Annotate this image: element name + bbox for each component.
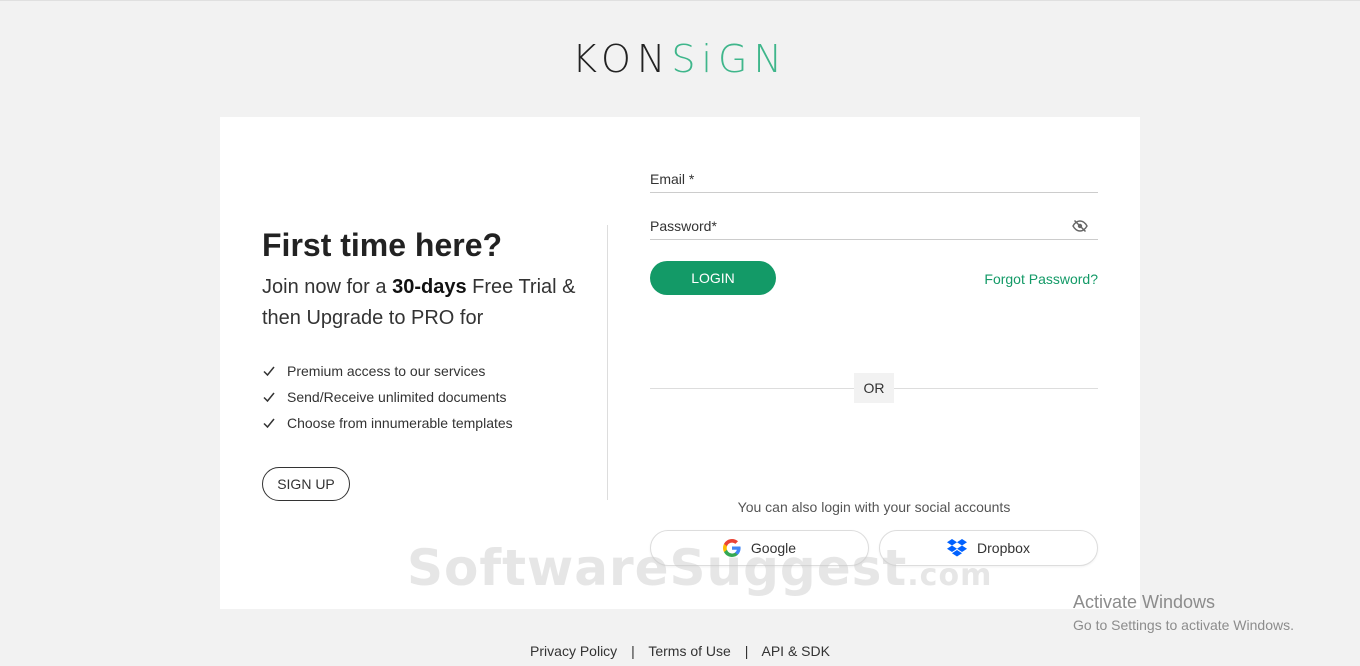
password-input[interactable]: [650, 214, 1098, 239]
activation-subtitle: Go to Settings to activate Windows.: [1073, 617, 1294, 633]
activation-title: Activate Windows: [1073, 592, 1216, 612]
signup-promo: First time here? Join now for a 30-days …: [262, 227, 602, 436]
footer-separator: |: [631, 643, 635, 659]
check-icon: [263, 418, 275, 429]
social-login-text: You can also login with your social acco…: [737, 499, 1011, 515]
footer-separator: |: [744, 643, 749, 659]
terms-of-use-link[interactable]: Terms of Use: [648, 643, 730, 659]
promo-subtitle: Join now for a 30-days Free Trial & then…: [262, 272, 602, 334]
signup-button[interactable]: SIGN UP: [262, 467, 350, 501]
login-card: First time here? Join now for a 30-days …: [220, 117, 1140, 609]
api-sdk-link[interactable]: API & SDK: [761, 643, 829, 659]
feature-text: Premium access to our services: [287, 363, 486, 379]
vertical-divider: [607, 225, 608, 500]
email-field-wrap: Email *: [650, 167, 1098, 193]
feature-text: Choose from innumerable templates: [287, 415, 513, 431]
or-separator: OR: [650, 373, 1098, 403]
feature-item: Premium access to our services: [262, 358, 602, 384]
forgot-password-link[interactable]: Forgot Password?: [984, 271, 1098, 287]
watermark-suffix: .com: [907, 558, 993, 593]
login-form: Email * Password* LOGIN Forgot Password?…: [650, 167, 1098, 566]
logo-text-green: SiGN: [671, 37, 788, 81]
email-input[interactable]: [650, 167, 1098, 192]
or-text: OR: [854, 373, 894, 403]
windows-activation-notice: Activate Windows Go to Settings to activ…: [1073, 592, 1294, 633]
check-icon: [263, 392, 275, 403]
login-button[interactable]: LOGIN: [650, 261, 776, 295]
footer: Privacy Policy | Terms of Use | API & SD…: [0, 643, 1360, 659]
feature-text: Send/Receive unlimited documents: [287, 389, 507, 405]
eye-off-icon[interactable]: [1072, 218, 1088, 234]
konsign-logo: KONSiGN: [0, 37, 1360, 81]
logo-text-dark: KON: [572, 37, 672, 81]
privacy-policy-link[interactable]: Privacy Policy: [530, 643, 617, 659]
watermark-main: SoftwareSuggest: [407, 539, 908, 597]
feature-item: Choose from innumerable templates: [262, 410, 602, 436]
feature-item: Send/Receive unlimited documents: [262, 384, 602, 410]
login-row: LOGIN Forgot Password?: [650, 261, 1098, 301]
feature-list: Premium access to our services Send/Rece…: [262, 358, 602, 436]
subtitle-bold: 30-days: [392, 276, 467, 298]
check-icon: [263, 366, 275, 377]
softwaresuggest-watermark: SoftwareSuggest.com: [407, 539, 992, 597]
password-field-wrap: Password*: [650, 214, 1098, 240]
promo-heading: First time here?: [262, 227, 503, 263]
subtitle-pre: Join now for a: [262, 276, 393, 298]
